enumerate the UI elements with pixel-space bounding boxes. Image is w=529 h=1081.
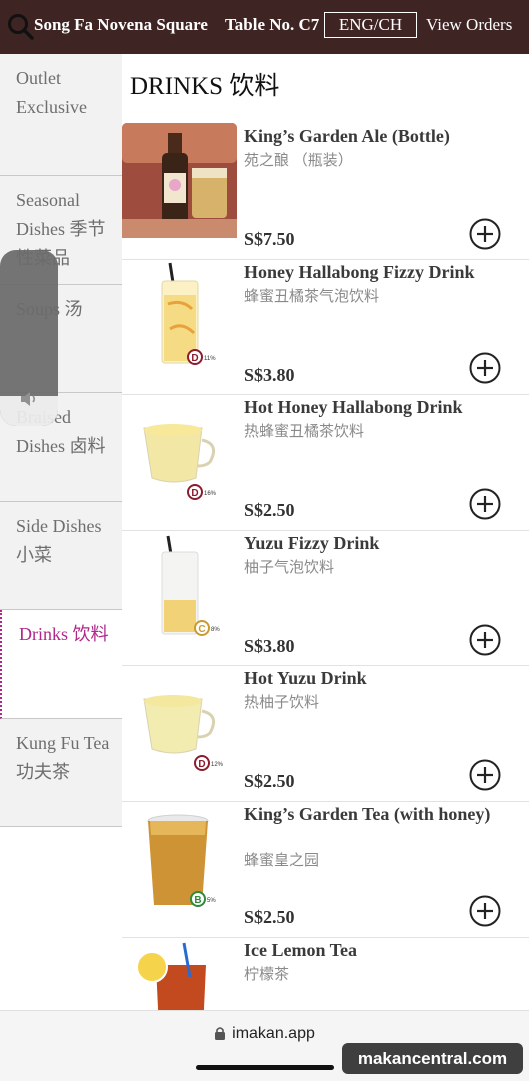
item-chinese-name: 苑之酿 （瓶装） — [244, 153, 353, 169]
category-label: Kung Fu Tea 功夫茶 — [16, 733, 110, 782]
nutri-grade-label: B — [194, 895, 201, 906]
menu-item[interactable]: C 8% Yuzu Fizzy Drink 柚子气泡饮料 S$3.80 — [122, 530, 529, 666]
category-drinks[interactable]: Drinks 饮料 — [0, 610, 122, 719]
category-side-dishes[interactable]: Side Dishes 小菜 — [0, 502, 122, 610]
item-name: Hot Honey Hallabong Drink — [244, 397, 463, 417]
language-toggle-button[interactable]: ENG/CH — [324, 12, 417, 38]
sugar-level-label: 8% — [211, 627, 220, 633]
add-item-icon[interactable] — [469, 624, 501, 656]
category-sidebar: Outlet Exclusive Seasonal Dishes 季节性菜品 S… — [0, 54, 122, 827]
volume-hud — [0, 250, 58, 426]
menu-item[interactable]: King’s Garden Ale (Bottle) 苑之酿 （瓶装） S$7.… — [122, 123, 529, 260]
add-item-icon[interactable] — [469, 218, 501, 250]
item-name: King’s Garden Ale (Bottle) — [244, 126, 450, 146]
ale-bottle-photo — [122, 123, 237, 238]
add-item-icon[interactable] — [469, 759, 501, 791]
view-orders-link[interactable]: View Orders — [426, 15, 512, 35]
table-number: Table No. C7 — [225, 15, 320, 34]
iced-tea-cup-photo: B 5% — [147, 814, 216, 907]
lock-icon — [215, 1027, 226, 1040]
url-display[interactable]: imakan.app — [0, 1025, 529, 1043]
item-chinese-name: 柚子气泡饮料 — [244, 560, 335, 576]
item-chinese-name: 热柚子饮料 — [244, 695, 320, 711]
item-price: S$3.80 — [244, 365, 295, 385]
item-chinese-name: 蜂蜜皇之园 — [244, 853, 320, 869]
search-icon[interactable] — [6, 12, 34, 40]
add-item-icon[interactable] — [469, 352, 501, 384]
section-title: DRINKS 饮料 — [130, 73, 280, 100]
sugar-level-label: 12% — [211, 762, 224, 768]
outlet-name: Song Fa Novena Square — [34, 15, 208, 34]
ice-lemon-tea-photo — [136, 942, 206, 1010]
hot-yuzu-cup-photo: D 12% — [143, 695, 224, 771]
sugar-level-label: 11% — [204, 356, 216, 362]
item-name: Ice Lemon Tea — [244, 940, 358, 960]
item-price: S$2.50 — [244, 771, 295, 791]
nutri-grade-label: D — [191, 488, 198, 499]
yuzu-fizzy-photo: C 8% — [161, 535, 220, 636]
menu-item[interactable]: D 16% Hot Honey Hallabong Drink 热蜂蜜丑橘茶饮料… — [122, 394, 529, 531]
item-name: Honey Hallabong Fizzy Drink — [244, 262, 475, 282]
top-header: Song Fa Novena Square Table No. C7 ENG/C… — [0, 0, 529, 54]
item-price: S$2.50 — [244, 500, 295, 520]
item-chinese-name: 蜂蜜丑橘茶气泡饮料 — [244, 289, 380, 305]
menu-item[interactable]: B 5% King’s Garden Tea (with honey) 蜂蜜皇之… — [122, 801, 529, 938]
item-name: Yuzu Fizzy Drink — [244, 533, 380, 553]
menu-item[interactable]: D 12% Hot Yuzu Drink 热柚子饮料 S$2.50 — [122, 665, 529, 802]
category-outlet-exclusive[interactable]: Outlet Exclusive — [0, 54, 122, 176]
sidebar-empty-area — [0, 827, 122, 1017]
watermark: makancentral.com — [342, 1043, 523, 1074]
item-price: S$7.50 — [244, 229, 295, 249]
item-chinese-name: 柠檬茶 — [244, 967, 290, 983]
nutri-grade-label: C — [198, 624, 205, 635]
sugar-level-label: 16% — [204, 491, 217, 497]
category-label: Outlet Exclusive — [16, 68, 87, 117]
home-indicator — [196, 1065, 334, 1070]
add-item-icon[interactable] — [469, 488, 501, 520]
category-kung-fu-tea[interactable]: Kung Fu Tea 功夫茶 — [0, 719, 122, 827]
nutri-grade-label: D — [198, 759, 205, 770]
item-name: Hot Yuzu Drink — [244, 668, 367, 688]
add-item-icon[interactable] — [469, 895, 501, 927]
item-chinese-name: 热蜂蜜丑橘茶饮料 — [244, 424, 365, 440]
url-text: imakan.app — [232, 1025, 315, 1042]
item-price: S$3.80 — [244, 636, 295, 656]
sugar-level-label: 5% — [207, 898, 216, 904]
category-label: Side Dishes 小菜 — [16, 516, 102, 565]
menu-item[interactable]: Ice Lemon Tea 柠檬茶 — [122, 937, 529, 1010]
hot-drink-cup-photo: D 16% — [143, 424, 217, 500]
item-price: S$2.50 — [244, 907, 295, 927]
item-name: King’s Garden Tea (with honey) — [244, 804, 491, 824]
category-label: Drinks 饮料 — [19, 624, 109, 644]
nutri-grade-label: D — [191, 353, 198, 364]
fizzy-drink-photo: D 11% — [161, 262, 216, 365]
speaker-icon — [21, 392, 36, 406]
menu-item[interactable]: D 11% Honey Hallabong Fizzy Drink 蜂蜜丑橘茶气… — [122, 259, 529, 395]
